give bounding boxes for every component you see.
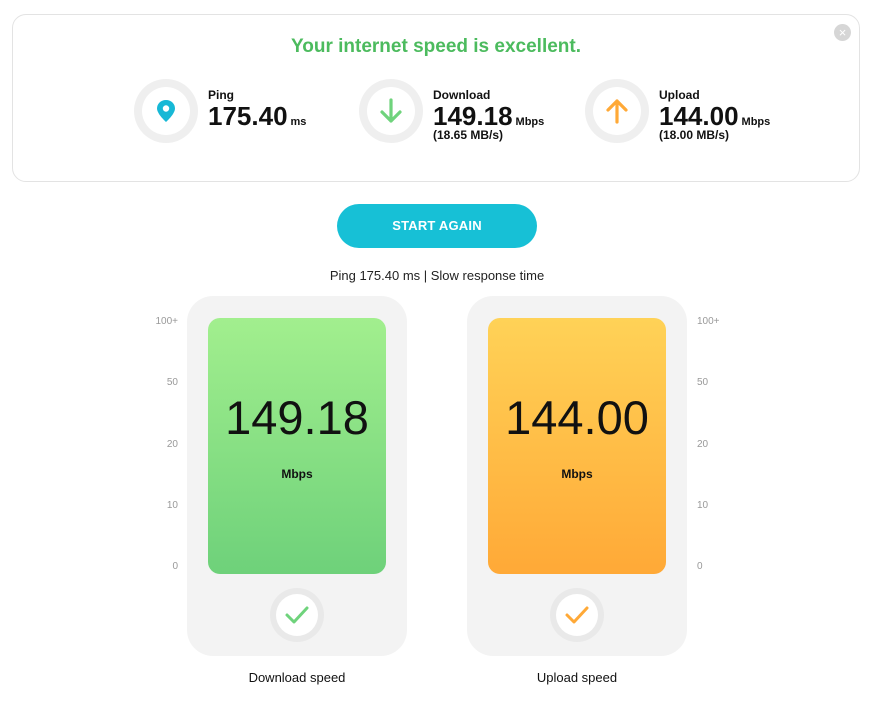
scale-tick: 50 [697, 377, 709, 388]
arrow-up-icon [606, 99, 628, 124]
download-value: 149.18 [433, 101, 513, 131]
scale-tick: 50 [166, 377, 178, 388]
ping-status-text: Ping 175.40 ms | Slow response time [329, 268, 545, 283]
upload-mbs: (18.00 MB/s) [659, 128, 730, 142]
close-icon[interactable]: × [834, 24, 851, 41]
upload-label: Upload [659, 88, 700, 102]
ping-value-row: 175.40 ms [208, 101, 306, 132]
upload-icon-ring [585, 79, 649, 143]
ping-value: 175.40 [208, 101, 288, 131]
download-label: Download [433, 88, 491, 102]
checkmark-icon [285, 606, 309, 624]
download-mbs: (18.65 MB/s) [433, 128, 504, 142]
start-again-button[interactable]: START AGAIN [337, 204, 537, 248]
checkmark-icon [565, 606, 589, 624]
scale-tick: 100+ [155, 316, 178, 327]
upload-unit: Mbps [741, 116, 771, 128]
scale-tick: 20 [697, 439, 709, 450]
download-speed-panel: 149.18 Mbps [187, 296, 407, 656]
scale-tick: 10 [697, 500, 709, 511]
download-speed-unit: Mbps [281, 467, 313, 481]
scale-tick: 10 [166, 500, 178, 511]
download-speed-bar [208, 318, 386, 574]
upload-speed-value: 144.00 [505, 391, 649, 444]
upload-speed-panel: 144.00 Mbps [467, 296, 687, 656]
download-check-badge [270, 588, 324, 642]
arrow-down-icon [380, 98, 402, 123]
location-pin-icon [157, 100, 175, 122]
upload-speed-caption: Upload speed [536, 670, 618, 685]
upload-check-badge [550, 588, 604, 642]
scale-tick: 20 [166, 439, 178, 450]
result-headline: Your internet speed is excellent. [290, 36, 582, 57]
scale-tick: 0 [172, 561, 178, 572]
download-speed-caption: Download speed [248, 670, 346, 685]
ping-unit: ms [290, 116, 307, 128]
ping-label: Ping [208, 88, 234, 102]
download-unit: Mbps [515, 116, 545, 128]
download-speed-value: 149.18 [225, 391, 369, 444]
download-icon-ring [359, 79, 423, 143]
scale-tick: 100+ [697, 316, 720, 327]
upload-value: 144.00 [659, 101, 739, 131]
ping-icon-ring [134, 79, 198, 143]
upload-speed-bar [488, 318, 666, 574]
scale-tick: 0 [697, 561, 703, 572]
upload-speed-unit: Mbps [561, 467, 593, 481]
results-summary-card: Your internet speed is excellent. × Ping… [12, 14, 860, 182]
